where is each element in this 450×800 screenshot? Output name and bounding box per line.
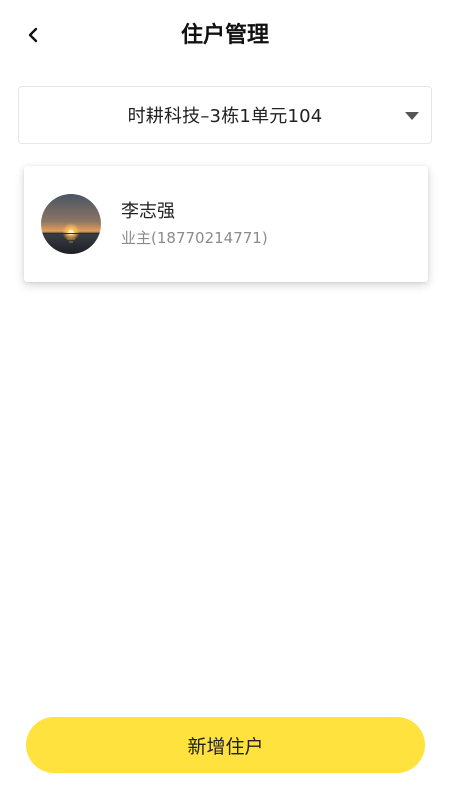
resident-name: 李志强	[121, 201, 175, 222]
resident-role-phone: 业主(18770214771)	[121, 229, 268, 247]
page-title: 住户管理	[180, 23, 269, 48]
resident-management-screen: 住户管理 时耕科技–3栋1单元104 李志强 业主(18770214771) 新…	[0, 0, 450, 800]
caret-down-icon	[405, 112, 419, 120]
sunset-avatar-image	[41, 194, 101, 254]
unit-selector-dropdown[interactable]: 时耕科技–3栋1单元104	[18, 86, 432, 144]
resident-card[interactable]: 李志强 业主(18770214771)	[24, 166, 428, 282]
unit-selector-value: 时耕科技–3栋1单元104	[127, 106, 323, 127]
add-resident-button[interactable]: 新增住户	[26, 717, 425, 773]
avatar	[41, 194, 101, 254]
header-bar: 住户管理	[0, 0, 450, 72]
